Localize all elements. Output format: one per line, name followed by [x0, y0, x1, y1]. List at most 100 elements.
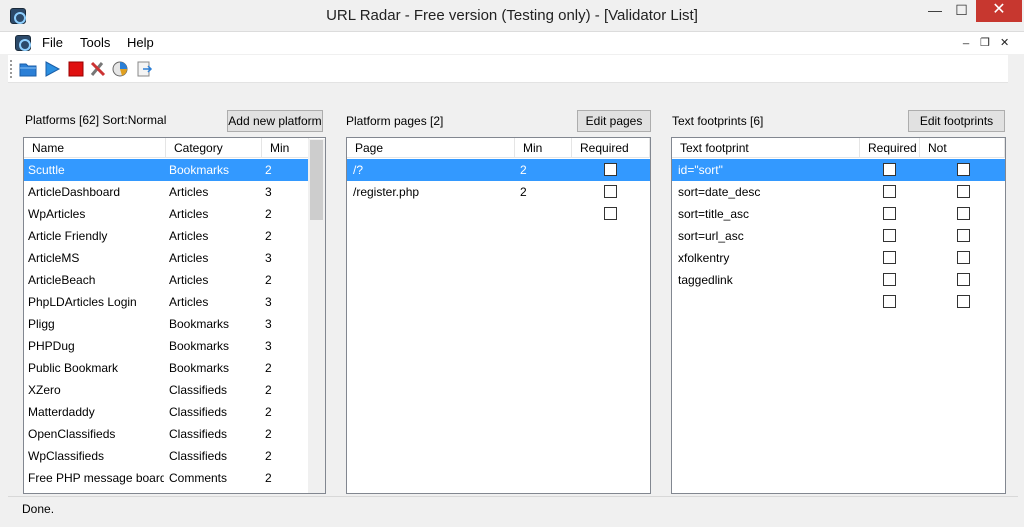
platform-name: ArticleDashboard — [28, 185, 121, 199]
table-row[interactable]: WpClassifieds Classifieds 2 — [24, 445, 309, 467]
table-row[interactable]: id="sort" — [672, 159, 1005, 181]
not-checkbox[interactable] — [957, 273, 970, 286]
export-icon[interactable] — [134, 59, 154, 79]
menu-file[interactable]: File — [42, 35, 63, 50]
column-not[interactable]: Not — [920, 138, 1005, 158]
table-row[interactable]: /register.php 2 — [347, 181, 650, 203]
maximize-button[interactable]: ☐ — [948, 0, 975, 22]
page-path: /? — [353, 163, 364, 177]
table-row[interactable]: WpArticles Articles 2 — [24, 203, 309, 225]
not-checkbox[interactable] — [957, 185, 970, 198]
mdi-minimize-button[interactable]: _ — [963, 33, 969, 45]
tools-icon[interactable] — [88, 59, 108, 79]
platform-category: Bookmarks — [169, 361, 230, 375]
platform-min: 3 — [265, 295, 272, 309]
platform-category: Bookmarks — [169, 163, 230, 177]
not-checkbox[interactable] — [957, 251, 970, 264]
stop-icon[interactable] — [66, 59, 86, 79]
column-text-footprint[interactable]: Text footprint — [672, 138, 860, 158]
column-page[interactable]: Page — [347, 138, 515, 158]
not-checkbox[interactable] — [957, 229, 970, 242]
footprint-text: id="sort" — [678, 163, 723, 177]
platform-name: WpArticles — [28, 207, 86, 221]
minimize-button[interactable]: — — [922, 0, 948, 22]
edit-footprints-button[interactable]: Edit footprints — [908, 110, 1005, 132]
table-row[interactable]: ArticleBeach Articles 2 — [24, 269, 309, 291]
footprints-label: Text footprints [6] — [672, 114, 764, 128]
table-row[interactable]: Article Friendly Articles 2 — [24, 225, 309, 247]
table-row[interactable]: xfolkentry — [672, 247, 1005, 269]
table-row[interactable]: Pligg Bookmarks 3 — [24, 313, 309, 335]
platform-min: 2 — [265, 361, 272, 375]
required-checkbox[interactable] — [604, 207, 617, 220]
mdi-close-button[interactable]: ✕ — [1000, 36, 1009, 49]
platforms-list[interactable]: Name Category Min Scuttle Bookmarks 2 Artic… — [23, 137, 326, 494]
table-row[interactable]: Public Bookmark Bookmarks 2 — [24, 357, 309, 379]
add-platform-button[interactable]: Add new platform — [227, 110, 323, 132]
column-name[interactable]: Name — [24, 138, 166, 158]
required-checkbox[interactable] — [883, 163, 896, 176]
platform-name: PHPDug — [28, 339, 75, 353]
open-folder-icon[interactable] — [18, 59, 38, 79]
column-required[interactable]: Required — [572, 138, 650, 158]
edit-pages-button[interactable]: Edit pages — [577, 110, 651, 132]
table-row[interactable]: sort=title_asc — [672, 203, 1005, 225]
platform-name: ArticleMS — [28, 251, 80, 265]
pages-list[interactable]: Page Min Required /? 2/register.php 2 — [346, 137, 651, 494]
platforms-label: Platforms [62] Sort:Normal — [25, 113, 167, 127]
required-checkbox[interactable] — [883, 273, 896, 286]
table-row[interactable]: OpenClassifieds Classifieds 2 — [24, 423, 309, 445]
table-row[interactable]: taggedlink — [672, 269, 1005, 291]
footprints-list[interactable]: Text footprint Required Not id="sort" sor… — [671, 137, 1006, 494]
required-checkbox[interactable] — [883, 251, 896, 264]
required-checkbox[interactable] — [883, 229, 896, 242]
table-row[interactable]: XZero Classifieds 2 — [24, 379, 309, 401]
table-row[interactable]: PHPDug Bookmarks 3 — [24, 335, 309, 357]
required-checkbox[interactable] — [604, 163, 617, 176]
required-checkbox[interactable] — [604, 185, 617, 198]
play-icon[interactable] — [42, 59, 62, 79]
column-min[interactable]: Min — [515, 138, 572, 158]
platform-category: Articles — [169, 251, 209, 265]
chart-icon[interactable] — [110, 59, 130, 79]
close-button[interactable]: ✕ — [976, 0, 1022, 22]
platform-category: Classifieds — [169, 449, 228, 463]
table-row[interactable]: ArticleMS Articles 3 — [24, 247, 309, 269]
platform-min: 3 — [265, 317, 272, 331]
table-row[interactable] — [347, 203, 650, 225]
required-checkbox[interactable] — [883, 295, 896, 308]
platforms-scrollbar[interactable] — [308, 139, 325, 493]
not-checkbox[interactable] — [957, 207, 970, 220]
child-window-icon[interactable] — [15, 35, 31, 51]
table-row[interactable]: /? 2 — [347, 159, 650, 181]
platform-category: Articles — [169, 295, 209, 309]
column-category[interactable]: Category — [166, 138, 262, 158]
column-min[interactable]: Min — [262, 138, 309, 158]
platform-name: Public Bookmark — [28, 361, 119, 375]
menu-help[interactable]: Help — [127, 35, 154, 50]
table-row[interactable] — [672, 291, 1005, 313]
scrollbar-thumb[interactable] — [310, 140, 323, 220]
table-row[interactable]: Free PHP message board Comments 2 — [24, 467, 309, 489]
table-row[interactable]: ArticleDashboard Articles 3 — [24, 181, 309, 203]
footprints-header: Text footprint Required Not — [672, 138, 1005, 158]
window-title: URL Radar - Free version (Testing only) … — [326, 7, 698, 24]
platform-name: ArticleBeach — [28, 273, 96, 287]
table-row[interactable]: sort=date_desc — [672, 181, 1005, 203]
table-row[interactable]: sort=url_asc — [672, 225, 1005, 247]
column-required[interactable]: Required — [860, 138, 920, 158]
platform-min: 2 — [265, 449, 272, 463]
mdi-restore-button[interactable]: ❐ — [980, 36, 990, 49]
table-row[interactable]: Scuttle Bookmarks 2 — [24, 159, 309, 181]
not-checkbox[interactable] — [957, 295, 970, 308]
required-checkbox[interactable] — [883, 207, 896, 220]
required-checkbox[interactable] — [883, 185, 896, 198]
menu-tools[interactable]: Tools — [80, 35, 110, 50]
table-row[interactable]: Matterdaddy Classifieds 2 — [24, 401, 309, 423]
platform-category: Classifieds — [169, 427, 228, 441]
toolbar-grip[interactable] — [10, 60, 13, 78]
not-checkbox[interactable] — [957, 163, 970, 176]
table-row[interactable]: PhpLDArticles Login Articles 3 — [24, 291, 309, 313]
platform-category: Bookmarks — [169, 317, 230, 331]
platform-category: Bookmarks — [169, 339, 230, 353]
